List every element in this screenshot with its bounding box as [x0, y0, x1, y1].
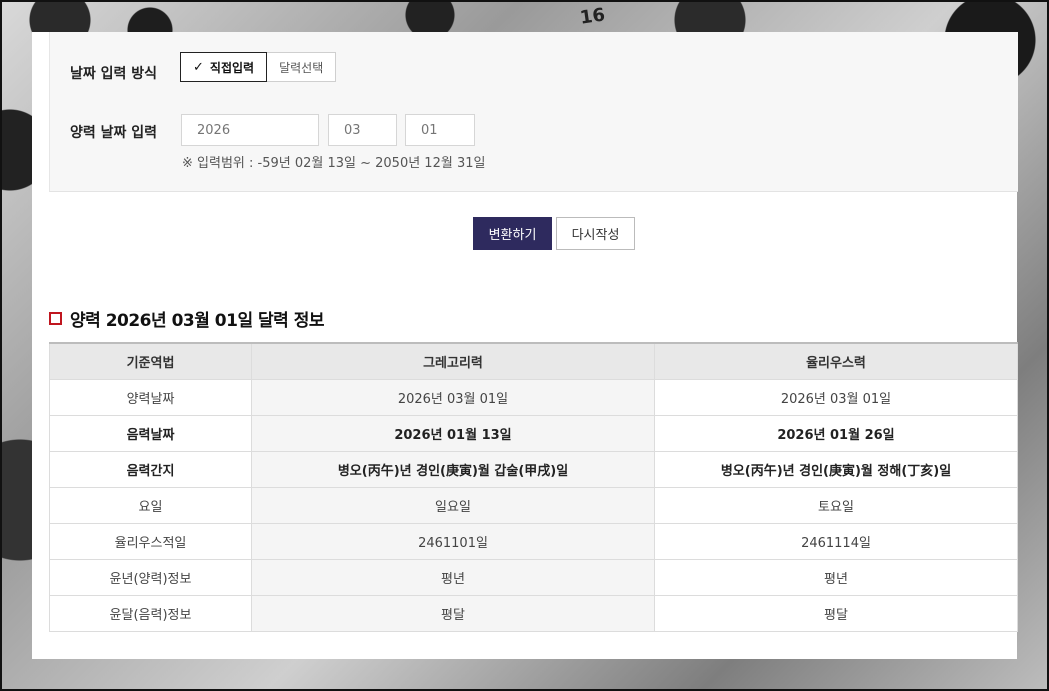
year-input[interactable] — [181, 114, 319, 146]
header-calendar-system: 기준역법 — [49, 342, 252, 380]
row-label: 윤년(양력)정보 — [49, 559, 252, 596]
reset-button[interactable]: 다시작성 — [556, 217, 635, 250]
date-input-form: 날짜 입력 방식 ✓ 직접입력 달력선택 양력 날짜 입력 ※ 입력범위 : -… — [49, 32, 1018, 192]
julian-value: 2461114일 — [654, 523, 1018, 560]
solar-date-label: 양력 날짜 입력 — [70, 125, 158, 141]
row-label: 음력간지 — [49, 451, 252, 488]
check-icon: ✓ — [193, 59, 204, 75]
row-label: 율리우스적일 — [49, 523, 252, 560]
result-section-title: 양력 2026년 03월 01일 달력 정보 — [49, 306, 324, 331]
table-row: 율리우스적일 2461101일 2461114일 — [49, 523, 1018, 560]
header-gregorian: 그레고리력 — [251, 342, 655, 380]
direct-input-option[interactable]: ✓ 직접입력 — [180, 52, 268, 82]
direct-input-label: 직접입력 — [209, 60, 255, 75]
gregorian-value: 평년 — [251, 559, 655, 596]
input-method-label: 날짜 입력 방식 — [70, 66, 158, 82]
table-header-row: 기준역법 그레고리력 율리우스력 — [49, 342, 1018, 380]
calendar-select-option[interactable]: 달력선택 — [267, 52, 337, 82]
calendar-select-label: 달력선택 — [279, 60, 324, 75]
gregorian-value: 병오(丙午)년 경인(庚寅)월 갑술(甲戌)일 — [251, 451, 655, 488]
gregorian-value: 일요일 — [251, 487, 655, 524]
julian-value: 평달 — [654, 595, 1018, 632]
gregorian-value: 2461101일 — [251, 523, 655, 560]
row-label: 요일 — [49, 487, 252, 524]
table-row: 윤년(양력)정보 평년 평년 — [49, 559, 1018, 596]
table-row: 윤달(음력)정보 평달 평달 — [49, 595, 1018, 632]
month-input[interactable] — [328, 114, 397, 146]
convert-button[interactable]: 변환하기 — [473, 217, 552, 250]
header-julian: 율리우스력 — [654, 342, 1018, 380]
table-row: 양력날짜 2026년 03월 01일 2026년 03월 01일 — [49, 379, 1018, 416]
julian-value: 병오(丙午)년 경인(庚寅)월 정해(丁亥)일 — [654, 451, 1018, 488]
gregorian-value: 2026년 03월 01일 — [251, 379, 655, 416]
row-label: 윤달(음력)정보 — [49, 595, 252, 632]
julian-value: 2026년 01월 26일 — [654, 415, 1018, 452]
julian-value: 토요일 — [654, 487, 1018, 524]
gregorian-value: 2026년 01월 13일 — [251, 415, 655, 452]
julian-value: 2026년 03월 01일 — [654, 379, 1018, 416]
result-title-text: 양력 2026년 03월 01일 달력 정보 — [70, 311, 324, 331]
table-row: 음력간지 병오(丙午)년 경인(庚寅)월 갑술(甲戌)일 병오(丙午)년 경인(… — [49, 451, 1018, 488]
gregorian-value: 평달 — [251, 595, 655, 632]
table-row: 요일 일요일 토요일 — [49, 487, 1018, 524]
day-input[interactable] — [405, 114, 475, 146]
background-number: 16 — [578, 4, 607, 29]
row-label: 음력날짜 — [49, 415, 252, 452]
table-row: 음력날짜 2026년 01월 13일 2026년 01월 26일 — [49, 415, 1018, 452]
calendar-info-table: 기준역법 그레고리력 율리우스력 양력날짜 2026년 03월 01일 2026… — [49, 342, 1018, 632]
main-panel: 날짜 입력 방식 ✓ 직접입력 달력선택 양력 날짜 입력 ※ 입력범위 : -… — [32, 32, 1018, 659]
square-bullet-icon — [49, 312, 62, 325]
julian-value: 평년 — [654, 559, 1018, 596]
input-method-toggle: ✓ 직접입력 달력선택 — [180, 52, 337, 82]
input-range-hint: ※ 입력범위 : -59년 02월 13일 ~ 2050년 12월 31일 — [182, 156, 486, 171]
row-label: 양력날짜 — [49, 379, 252, 416]
